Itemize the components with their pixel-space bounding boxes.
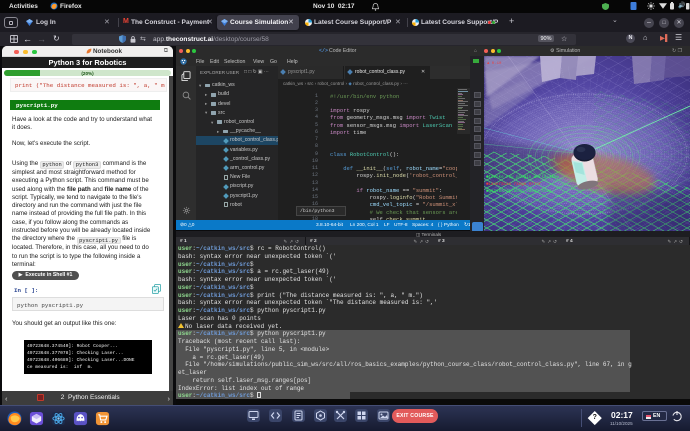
svg-text:▲ 0.10: ▲ 0.10 xyxy=(487,61,502,66)
svg-text:■Invoke ray_plugin world=line: ■Invoke ray_plugin world=line xyxy=(486,175,559,180)
svg-text:■LaserScan range error: ■LaserScan range error xyxy=(486,182,542,187)
svg-text:■gazebo/default laser_scan: ■gazebo/default laser_scan xyxy=(486,189,552,194)
